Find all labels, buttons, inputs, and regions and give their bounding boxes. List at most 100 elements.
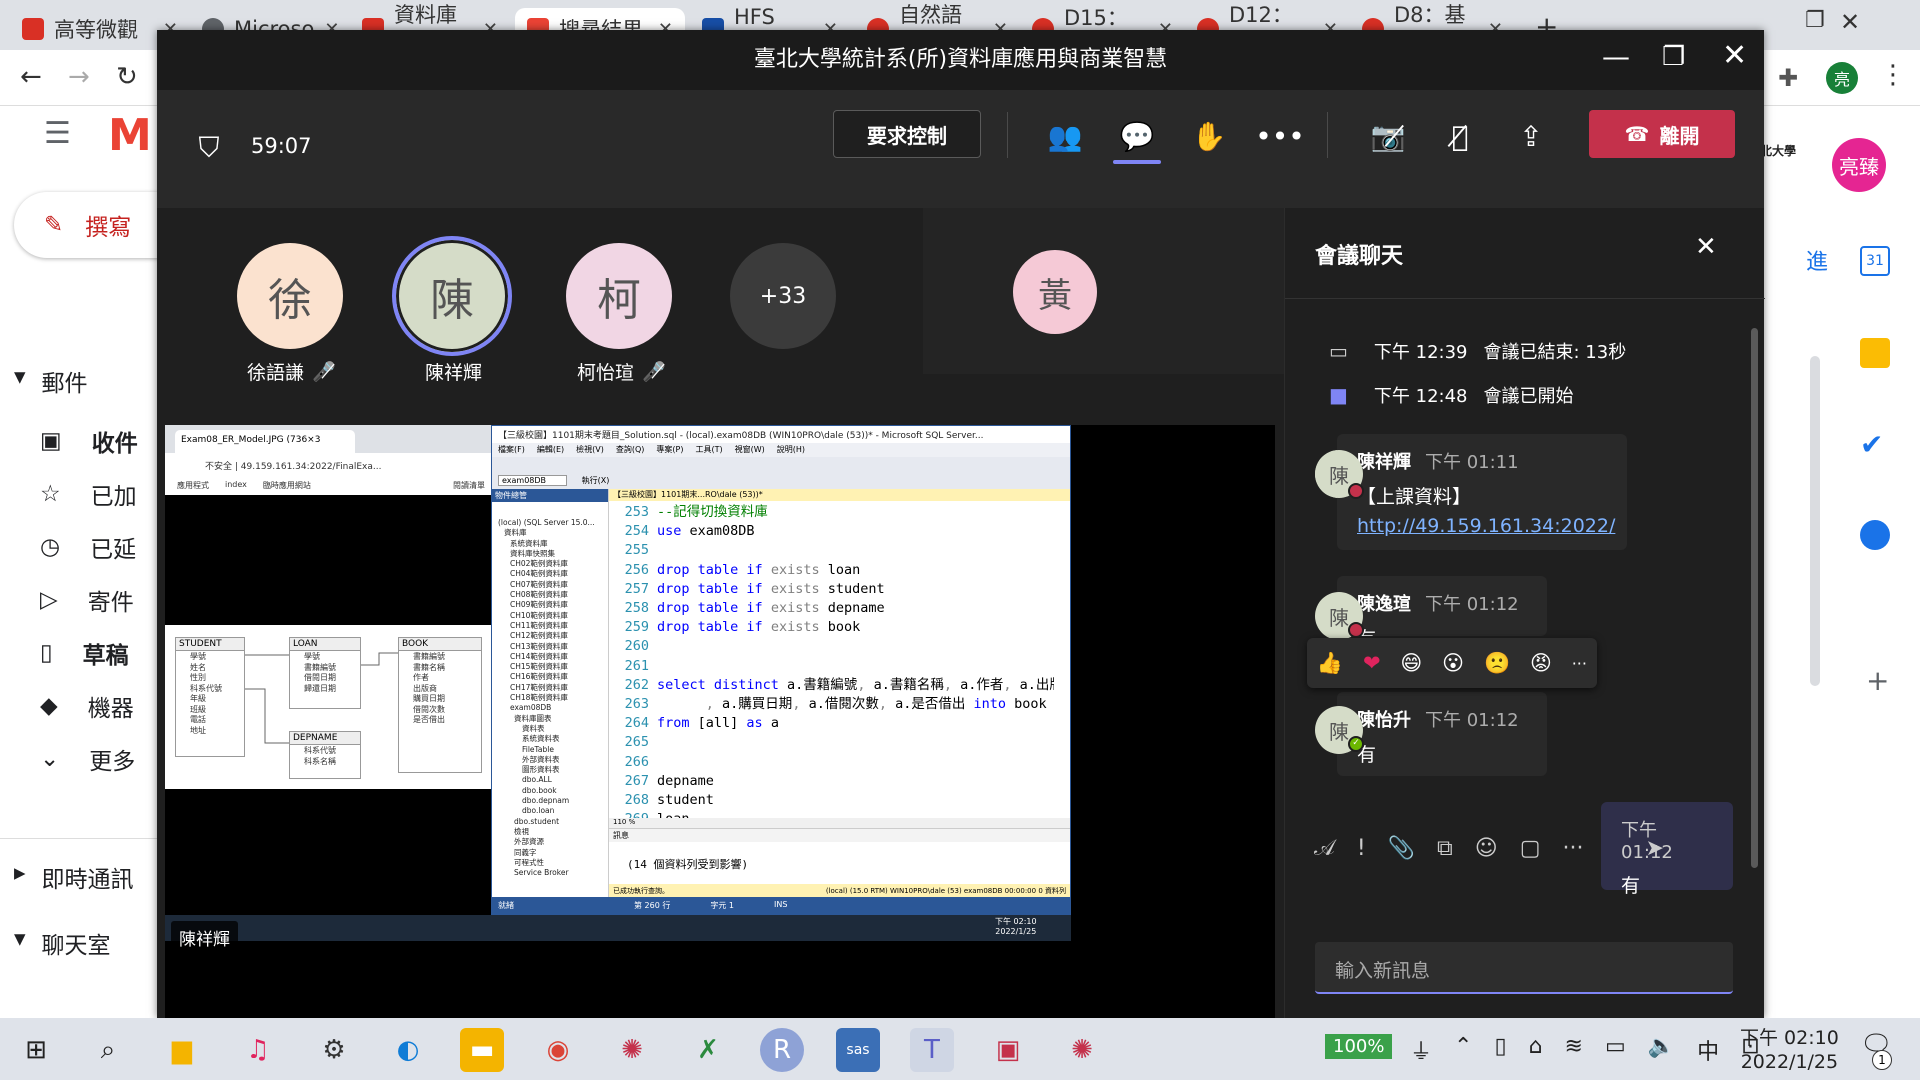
format-icon[interactable]: 𝒜 (1314, 836, 1335, 861)
profile-avatar[interactable]: 亮 (1826, 62, 1858, 94)
object-explorer-node[interactable]: 系統資料表 (498, 734, 608, 744)
object-explorer-node[interactable]: 資料表 (498, 724, 608, 734)
code-line[interactable]: 267 depname (615, 772, 1054, 791)
restore-window-icon[interactable]: ❐ (1805, 8, 1825, 33)
object-explorer-node[interactable]: FileTable (498, 745, 608, 755)
editor-tab[interactable]: 【三級校園】1101期末...RO\dale (53))* (609, 489, 1070, 501)
scrollbar[interactable] (1810, 356, 1820, 686)
itunes-icon[interactable]: ♫ (236, 1028, 280, 1072)
object-explorer-node[interactable]: (local) (SQL Server 15.0... (498, 518, 608, 528)
start-icon[interactable]: ⊞ (14, 1028, 58, 1072)
code-line[interactable]: 254 use exam08DB (615, 522, 1054, 541)
laugh-reaction-icon[interactable]: 😄 (1400, 651, 1422, 675)
code-line[interactable]: 260 (615, 637, 1054, 656)
object-explorer-node[interactable]: 檢視 (498, 827, 608, 837)
object-explorer-node[interactable]: 資料庫 (498, 528, 608, 538)
execute-button[interactable]: 執行(X) (582, 476, 610, 485)
object-explorer-node[interactable]: CH02範例資料庫 (498, 559, 608, 569)
forward-icon[interactable]: → (68, 62, 90, 92)
database-select[interactable]: exam08DB (498, 475, 568, 486)
object-explorer-node[interactable]: 系統資料庫 (498, 539, 608, 549)
code-line[interactable]: 265 (615, 733, 1054, 752)
chrome-icon[interactable]: ◉ (536, 1028, 580, 1072)
object-explorer-node[interactable]: CH10範例資料庫 (498, 611, 608, 621)
surprised-reaction-icon[interactable]: 😮 (1442, 651, 1464, 675)
extensions-icon[interactable]: ✚ (1778, 64, 1798, 92)
calendar-icon[interactable]: 31 (1860, 246, 1890, 276)
back-icon[interactable]: ← (20, 62, 42, 92)
request-control-button[interactable]: 要求控制 (833, 110, 981, 158)
sas-icon[interactable]: sas (836, 1028, 880, 1072)
editor-zoom[interactable]: 110 % (609, 818, 1070, 828)
object-explorer-node[interactable]: Service Broker (498, 868, 608, 878)
minimize-icon[interactable]: — (1602, 40, 1630, 73)
settings-icon[interactable]: ⚙ (312, 1028, 356, 1072)
send-icon[interactable]: ➤ (1645, 836, 1663, 861)
object-explorer-node[interactable]: dbo.depnam (498, 796, 608, 806)
share-screen-icon[interactable]: ⇪ (1509, 114, 1553, 158)
code-line[interactable]: 269 loan (615, 810, 1054, 818)
nav-snoozed[interactable]: ◷ 已延 (40, 530, 136, 564)
code-line[interactable]: 257 drop table if exists student (615, 580, 1054, 599)
emoji-icon[interactable]: ☺ (1475, 836, 1498, 861)
line-icon[interactable]: ▬ (460, 1028, 504, 1072)
add-addon-icon[interactable]: + (1866, 664, 1889, 697)
code-line[interactable]: 264 from [all] as a (615, 714, 1054, 733)
chevron-up-icon[interactable]: ⌃ (1454, 1034, 1472, 1066)
sqlserver-icon[interactable]: ✺ (610, 1028, 654, 1072)
participants-icon[interactable]: 👥 (1043, 114, 1087, 158)
network-icon[interactable]: ⌂ (1529, 1034, 1543, 1066)
object-explorer-node[interactable]: CH04範例資料庫 (498, 569, 608, 579)
object-explorer-node[interactable]: CH18範例資料庫 (498, 693, 608, 703)
more-participants-button[interactable]: +33 (730, 243, 836, 349)
camera-off-icon[interactable]: 📷̸ (1366, 114, 1410, 158)
object-explorer-node[interactable]: CH11範例資料庫 (498, 621, 608, 631)
more-reactions-icon[interactable]: ··· (1572, 654, 1587, 673)
hamburger-menu-icon[interactable]: ☰ (44, 116, 71, 151)
object-explorer-tree[interactable]: (local) (SQL Server 15.0... 資料庫 系統資料庫 資料庫快照… (492, 502, 608, 878)
more-options-icon[interactable]: ••• (1255, 114, 1305, 158)
important-icon[interactable]: ! (1357, 836, 1366, 861)
raise-hand-icon[interactable]: ✋ (1187, 114, 1231, 158)
heart-reaction-icon[interactable]: ❤ (1363, 651, 1381, 675)
object-explorer-node[interactable]: CH08範例資料庫 (498, 590, 608, 600)
nav-sent[interactable]: ▷ 寄件 (40, 583, 134, 617)
tasks-icon[interactable]: ✔ (1860, 428, 1890, 461)
participant-avatar-speaking[interactable]: 陳 (392, 236, 512, 356)
code-line[interactable]: 261 (615, 657, 1054, 676)
nav-drafts[interactable]: ▯ 草稿 (40, 636, 129, 670)
object-explorer-node[interactable]: 同義字 (498, 848, 608, 858)
tablet-icon[interactable]: ▯ (1494, 1034, 1506, 1066)
battery-icon[interactable]: ▭ (1605, 1034, 1626, 1066)
close-window-icon[interactable]: ✕ (1722, 38, 1747, 73)
object-explorer-node[interactable]: CH15範例資料庫 (498, 662, 608, 672)
participant-avatar[interactable]: 黃 (1013, 250, 1097, 334)
nav-more[interactable]: ⌄ 更多 (40, 742, 135, 776)
clock[interactable]: 下午 02:10 2022/1/25 (1740, 1026, 1839, 1074)
code-line[interactable]: 263 , a.購買日期, a.借閱次數, a.是否借出 into book (615, 695, 1054, 714)
close-window-icon[interactable]: ✕ (1840, 8, 1860, 36)
object-explorer-node[interactable]: dbo.book (498, 786, 608, 796)
account-avatar[interactable]: 亮臻 (1832, 138, 1886, 192)
excel-tool-icon[interactable]: ✗ (686, 1028, 730, 1072)
toolbox-icon[interactable]: ▣ (986, 1028, 1030, 1072)
angry-reaction-icon[interactable]: 😡 (1530, 651, 1552, 675)
chat-message[interactable]: 陳逸瑄下午 01:12 有 (1337, 576, 1547, 636)
code-line[interactable]: 266 (615, 753, 1054, 772)
nav-label[interactable]: ◆ 機器 (40, 689, 134, 723)
object-explorer-node[interactable]: 外部資源 (498, 837, 608, 847)
object-explorer-node[interactable]: 資料庫圖表 (498, 714, 608, 724)
code-line[interactable]: 255 (615, 541, 1054, 560)
reload-icon[interactable]: ↻ (116, 62, 138, 92)
object-explorer-node[interactable]: CH07範例資料庫 (498, 580, 608, 590)
menu-dots-icon[interactable]: ⋮ (1880, 60, 1906, 90)
wifi-icon[interactable]: ≋ (1565, 1034, 1583, 1066)
chat-message[interactable]: 陳怡升 下午 01:12 有 (1337, 692, 1547, 776)
loop-icon[interactable]: ⧉ (1437, 836, 1453, 861)
chat-section-header[interactable]: ▸ 即時通訊 (14, 860, 134, 894)
chat-input[interactable]: 輸入新訊息 (1315, 942, 1733, 994)
object-explorer-node[interactable]: 外部資料表 (498, 755, 608, 765)
sql-editor[interactable]: 253 --記得切換資料庫 254 use exam08DB 255 256 drop ta… (609, 503, 1054, 818)
sad-reaction-icon[interactable]: 🙁 (1484, 651, 1510, 676)
code-line[interactable]: 258 drop table if exists depname (615, 599, 1054, 618)
